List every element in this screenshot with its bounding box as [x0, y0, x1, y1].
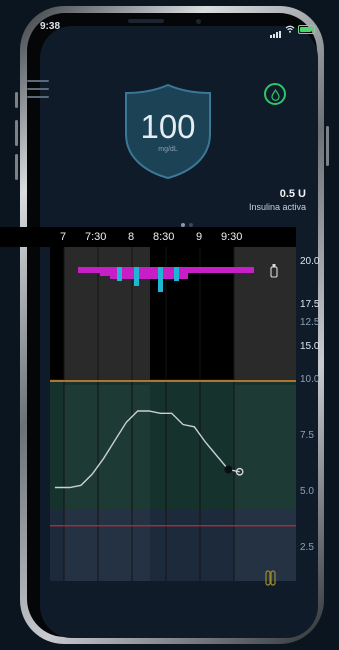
y-tick-label: 10.0: [300, 373, 320, 385]
activity-shade: [64, 385, 150, 581]
y-tick-label: 17.5: [300, 298, 320, 310]
x-tick-label: 9: [196, 231, 203, 243]
active-insulin-label: Insulina activa: [248, 202, 306, 212]
y-tick-label: 2.5: [300, 542, 314, 554]
y-tick-label: 20.0: [300, 256, 320, 267]
bolus-marker: [174, 267, 179, 281]
notch-camera: [196, 19, 201, 24]
side-button: [15, 120, 18, 146]
bolus-marker: [158, 267, 163, 292]
bolus-marker: [117, 267, 122, 281]
glucose-unit: mg/dL: [158, 146, 178, 153]
y-tick-label: 12.5: [300, 317, 320, 329]
y-tick-label: 7.5: [300, 429, 314, 441]
status-icons: [270, 20, 315, 38]
y-tick-label: 5.0: [300, 486, 314, 497]
side-button: [15, 154, 18, 180]
hamburger-menu-icon[interactable]: [27, 80, 49, 104]
wifi-icon: [285, 25, 295, 33]
insulin-drop-icon[interactable]: [264, 83, 286, 105]
side-button: [15, 92, 18, 108]
bolus-marker: [134, 267, 139, 286]
status-time: 9:38: [40, 21, 61, 32]
activity-shade: [234, 385, 296, 581]
x-tick-label: 7: [60, 231, 67, 243]
glucose-value: 100: [140, 108, 196, 145]
notch-speaker: [128, 19, 164, 23]
x-tick-label: 9:30: [221, 231, 243, 243]
axis-header-bg: [0, 227, 296, 247]
signal-icon: [270, 20, 282, 38]
status-bar: 9:38: [0, 0, 339, 38]
y-tick-label: 15.0: [300, 341, 320, 352]
glucose-chart: 7 7:30 8 8:30 9 9:30 20.0 17.5 15.0 12.5 10.0 7.5 5…: [0, 227, 339, 607]
basal-insulin-bar: [100, 267, 112, 276]
x-tick-label: 8: [128, 231, 135, 243]
insulin-reservoir-icon-cap: [272, 264, 276, 267]
chart-svg: [0, 227, 296, 586]
active-insulin-value: 0.5 U: [279, 188, 306, 200]
battery-icon: [298, 24, 315, 34]
x-tick-label: 8:30: [153, 231, 175, 243]
side-button: [326, 126, 329, 166]
current-reading-dot: [224, 465, 233, 474]
x-tick-label: 7:30: [85, 231, 107, 243]
